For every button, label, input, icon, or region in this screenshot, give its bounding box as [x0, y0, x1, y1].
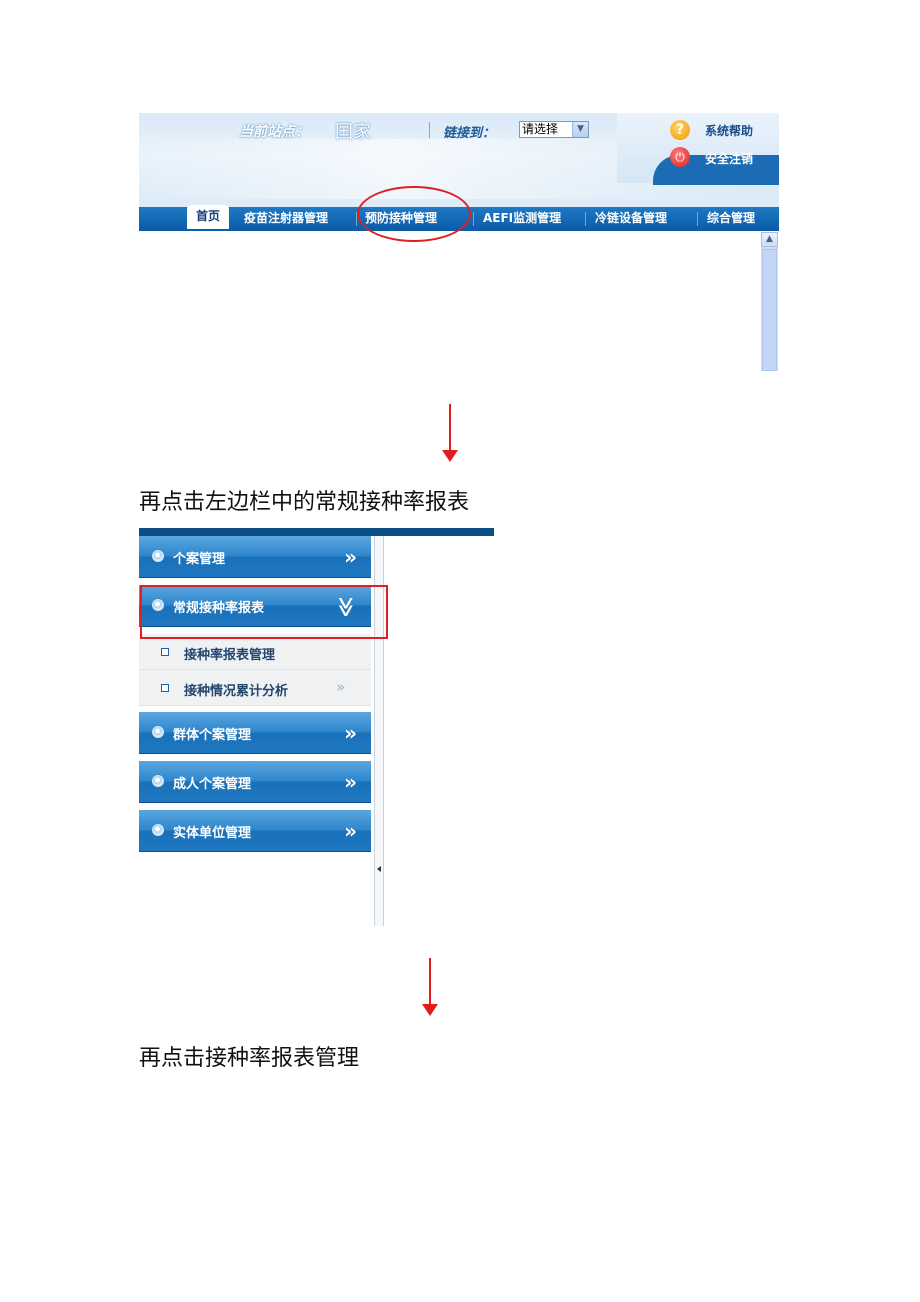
scroll-up-icon[interactable]: ▲ — [761, 232, 778, 247]
link-to-select[interactable]: 请选择 ▼ — [519, 121, 589, 138]
link-to-label: 链接到： — [443, 126, 496, 141]
step1-caption: 再点击左边栏中的常规接种率报表 — [139, 490, 470, 515]
sidebar-subitem-label: 接种率报表管理 — [184, 648, 276, 663]
power-icon[interactable]: ⏻ — [670, 147, 690, 167]
double-chevron-right-icon: » — [344, 545, 357, 569]
highlight-circle — [357, 186, 471, 242]
current-site-value: 国家 — [335, 122, 371, 143]
content-area — [139, 231, 779, 371]
current-site-label: 当前站点： — [239, 124, 309, 140]
step2-caption: 再点击接种率报表管理 — [139, 1046, 360, 1071]
tab-cold-chain[interactable]: 冷链设备管理 — [595, 207, 667, 229]
tab-general[interactable]: 综合管理 — [707, 207, 755, 229]
tab-vaccine-syringe[interactable]: 疫苗注射器管理 — [244, 207, 328, 229]
scroll-thumb[interactable] — [762, 249, 777, 371]
radio-bullet-icon — [152, 775, 164, 787]
vertical-scrollbar[interactable]: ▲ — [761, 232, 778, 371]
sidebar-item-case-management[interactable]: 个案管理 » — [139, 536, 371, 578]
radio-bullet-icon — [152, 726, 164, 738]
chevron-down-icon[interactable]: ▼ — [572, 122, 588, 137]
sidebar-item-label: 群体个案管理 — [173, 728, 252, 743]
square-bullet-icon — [161, 648, 169, 656]
radio-bullet-icon — [152, 824, 164, 836]
sidebar-item-adult-case-management[interactable]: 成人个案管理 » — [139, 761, 371, 803]
double-chevron-right-icon: » — [344, 819, 357, 843]
system-help-link[interactable]: 系统帮助 — [705, 122, 753, 139]
sidebar-item-label: 个案管理 — [173, 552, 226, 567]
collapse-left-icon[interactable] — [377, 866, 381, 872]
double-chevron-right-icon: » — [344, 770, 357, 794]
tab-divider — [697, 212, 698, 226]
header-divider — [429, 122, 430, 138]
square-bullet-icon — [161, 684, 169, 692]
sidebar-item-label: 成人个案管理 — [173, 777, 252, 792]
highlight-rectangle — [140, 585, 388, 639]
tab-divider — [585, 212, 586, 226]
sidebar-subitem-coverage-report-management[interactable]: 接种率报表管理 — [139, 634, 371, 670]
down-arrow-icon — [420, 958, 440, 1016]
sidebar-item-label: 实体单位管理 — [173, 826, 252, 841]
sidebar-subitem-label: 接种情况累计分析 — [184, 684, 289, 699]
double-chevron-right-icon: » — [336, 678, 346, 696]
radio-bullet-icon — [152, 550, 164, 562]
sidebar-item-group-case-management[interactable]: 群体个案管理 » — [139, 712, 371, 754]
logout-link[interactable]: 安全注销 — [705, 150, 753, 167]
header-screenshot: 当前站点： 国家 链接到： 请选择 ▼ ? 系统帮助 ⏻ 安全注销 首页 疫苗注… — [139, 113, 779, 371]
sidebar-item-entity-unit-management[interactable]: 实体单位管理 » — [139, 810, 371, 852]
down-arrow-icon — [440, 404, 460, 462]
tab-home[interactable]: 首页 — [187, 205, 229, 229]
link-to-select-value: 请选择 — [522, 122, 559, 136]
help-icon[interactable]: ? — [670, 120, 690, 140]
double-chevron-right-icon: » — [344, 721, 357, 745]
panel-top-bar — [139, 528, 494, 536]
tab-aefi[interactable]: AEFI监测管理 — [483, 207, 561, 229]
tab-divider — [473, 212, 474, 226]
sidebar-subitem-cumulative-analysis[interactable]: 接种情况累计分析 » — [139, 670, 371, 706]
